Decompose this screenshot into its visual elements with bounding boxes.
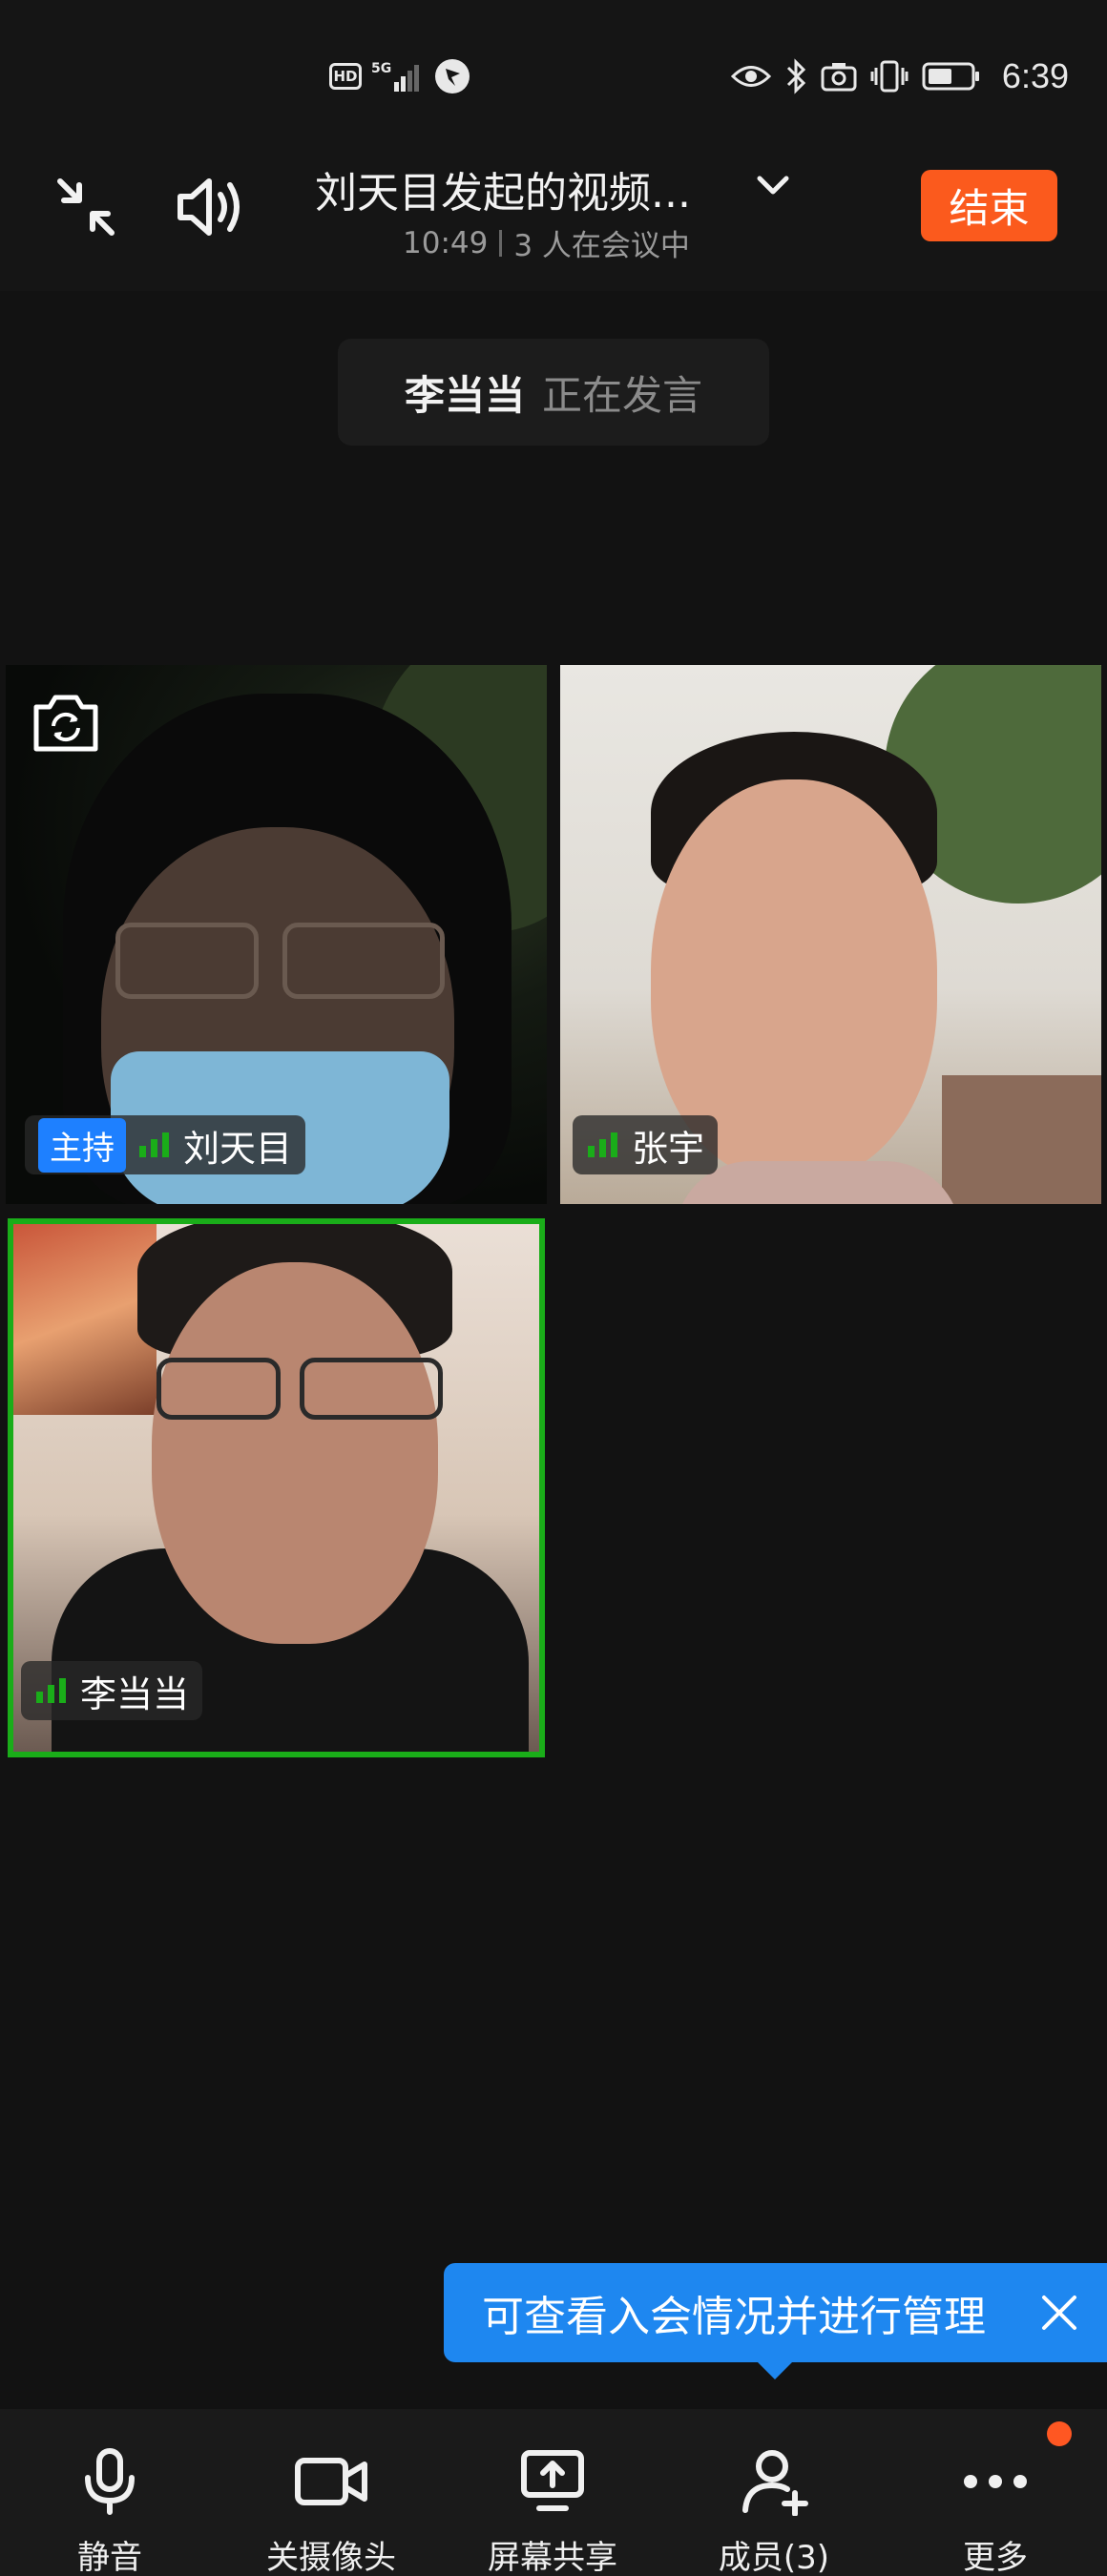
status-right-icons: 6:39: [730, 55, 1069, 97]
background-railing: [942, 1075, 1101, 1204]
participant-label: 张宇: [573, 1115, 719, 1174]
participant-label: 李当当: [21, 1661, 203, 1720]
members-button[interactable]: 成员(3): [664, 2409, 884, 2576]
participant-name: 刘天目: [183, 1127, 293, 1170]
more-label: 更多: [963, 2539, 1028, 2576]
meeting-title[interactable]: 刘天目发起的视频...: [315, 158, 691, 219]
notification-app-icon: [435, 59, 470, 93]
active-speaker-status: 正在发言: [542, 371, 703, 419]
battery-icon: [922, 62, 979, 91]
screen-share-label: 屏幕共享: [488, 2539, 617, 2576]
camera-in-use-icon: [821, 63, 857, 92]
participant-label: 主持 刘天目: [25, 1115, 306, 1174]
clock: 6:39: [1001, 56, 1069, 95]
background-painting: [13, 1224, 157, 1415]
hd-icon: HD: [329, 63, 362, 90]
screen-share-icon: [521, 2450, 584, 2511]
video-tile-host[interactable]: 主持 刘天目: [6, 665, 547, 1204]
separator: [499, 229, 503, 257]
mute-label: 静音: [77, 2539, 142, 2576]
video-tile-active-speaker[interactable]: 李当当: [8, 1218, 545, 1757]
members-tooltip: 可查看入会情况并进行管理: [444, 2263, 1107, 2362]
host-badge: 主持: [38, 1117, 126, 1173]
meeting-toolbar: 静音 关摄像头 屏幕共享 成员(3) 更多: [0, 2409, 1107, 2576]
notification-dot: [1047, 2421, 1072, 2446]
more-dots-icon: [964, 2475, 1027, 2488]
eye-comfort-icon: [730, 66, 771, 87]
meeting-info: 10:49 3 人在会议中: [403, 221, 690, 264]
active-speaker-name: 李当当: [404, 371, 525, 419]
signal-strength-icon: [588, 1132, 617, 1157]
video-camera-icon: [295, 2458, 367, 2505]
members-label: 成员(3): [718, 2539, 830, 2576]
status-bar: HD 5G 6:39: [0, 0, 1107, 153]
speaker-icon[interactable]: [175, 174, 246, 240]
chevron-down-icon[interactable]: [754, 167, 792, 205]
camera-off-button[interactable]: 关摄像头: [221, 2409, 441, 2576]
network-type-label: 5G: [371, 61, 391, 76]
screen-share-button[interactable]: 屏幕共享: [443, 2409, 662, 2576]
participant-name: 李当当: [80, 1672, 190, 1715]
end-meeting-button[interactable]: 结束: [921, 170, 1057, 241]
close-icon[interactable]: [1038, 2292, 1080, 2334]
participant-name: 张宇: [632, 1127, 705, 1170]
glasses-left: [157, 1358, 281, 1420]
vibrate-icon: [870, 60, 909, 93]
active-speaker-indicator: 李当当 正在发言: [338, 339, 769, 446]
minimize-window-icon[interactable]: [52, 174, 119, 240]
glasses-right: [300, 1358, 443, 1420]
bluetooth-icon: [786, 58, 806, 94]
tooltip-arrow: [756, 2360, 794, 2379]
participants-count: 3 人在会议中: [513, 229, 690, 263]
glasses-left: [115, 923, 259, 999]
camera-off-label: 关摄像头: [266, 2539, 396, 2576]
tooltip-text: 可查看入会情况并进行管理: [482, 2293, 986, 2341]
mute-button[interactable]: 静音: [0, 2409, 219, 2576]
flip-camera-icon[interactable]: [29, 688, 103, 757]
signal-strength-icon: [36, 1678, 66, 1703]
more-button[interactable]: 更多: [886, 2409, 1105, 2576]
participant-face: [152, 1262, 438, 1644]
video-tile-participant[interactable]: 张宇: [560, 665, 1101, 1204]
microphone-icon: [85, 2448, 135, 2515]
cellular-signal-icon: 5G: [371, 61, 419, 92]
meeting-duration: 10:49: [403, 225, 489, 260]
add-member-icon: [742, 2450, 808, 2516]
shirt: [675, 1161, 961, 1204]
signal-strength-icon: [139, 1132, 169, 1157]
meeting-header: 刘天目发起的视频... 10:49 3 人在会议中 结束: [0, 153, 1107, 291]
status-left-icons: HD 5G: [329, 57, 470, 95]
glasses-right: [282, 923, 445, 999]
